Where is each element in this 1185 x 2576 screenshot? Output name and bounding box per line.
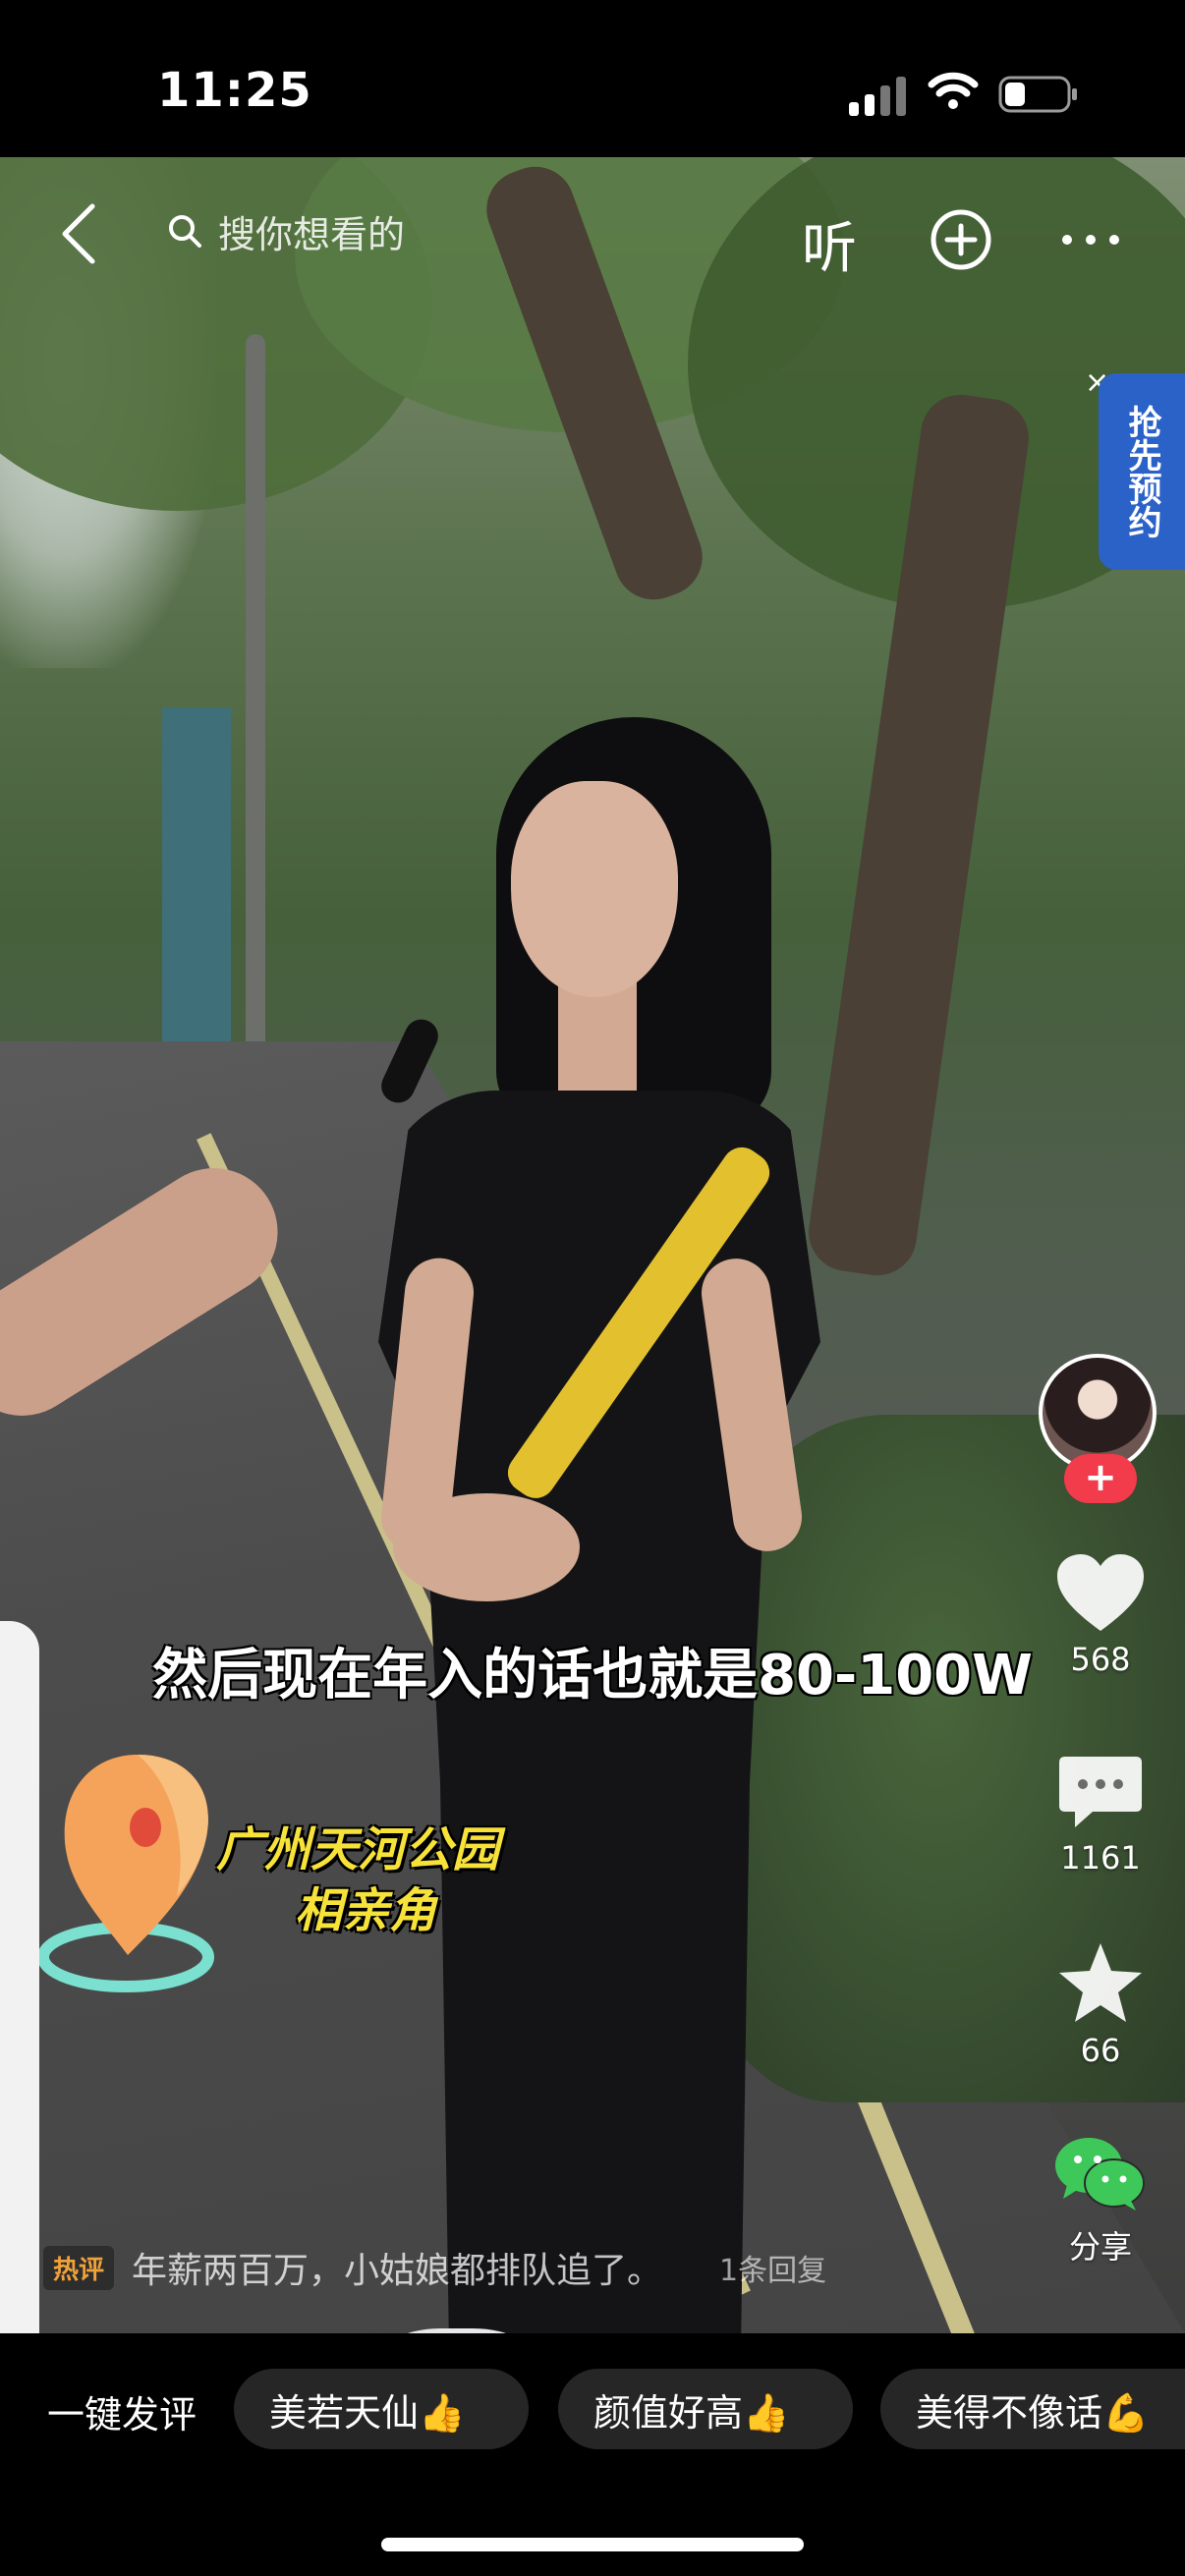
quick-comment-chip[interactable]: 颜值好高👍 [558,2369,853,2449]
comment-icon [1059,1757,1142,1827]
location-line2: 相亲角 [295,1883,437,1938]
wechat-share-icon [1055,2138,1145,2211]
more-options-icon[interactable] [1059,232,1122,248]
promo-reserve-button[interactable]: 抢先预约 [1099,373,1185,570]
star-icon [1059,1943,1142,2022]
search-placeholder: 搜你想看的 [218,212,406,256]
follow-button[interactable]: + [1064,1454,1137,1503]
woman-face [511,781,678,997]
comment-count: 1161 [1060,1839,1141,1876]
woman-neck [558,982,637,1091]
cellular-signal-icon [849,77,906,116]
home-indicator[interactable] [381,2538,804,2551]
status-time: 11:25 [157,63,312,118]
favorite-button[interactable]: 66 [1042,1939,1159,2069]
battery-icon [998,76,1077,113]
hot-comment-tag: 热评 [43,2245,115,2290]
share-label: 分享 [1068,2228,1132,2266]
quick-comment-chip[interactable]: 美得不像话💪 [880,2369,1185,2449]
hot-comment[interactable]: 热评 年薪两百万，小姑娘都排队追了。 1条回复 [43,2242,826,2293]
share-button[interactable]: 分享 [1042,2134,1159,2268]
location-line1: 广州天河公园 [216,1822,500,1877]
favorite-count: 66 [1080,2032,1121,2069]
location-pin-icon [39,1755,214,1992]
location-sticker: 广州天河公园 相亲角 [216,1820,499,1941]
search-bar[interactable]: 搜你想看的 [167,187,658,275]
hot-comment-replies[interactable]: 1条回复 [719,2246,826,2289]
search-icon [169,215,201,248]
comment-button[interactable]: 1161 [1042,1753,1159,1876]
hot-comment-text: 年薪两百万，小姑娘都排队追了。 [132,2251,663,2291]
video-subtitle: 然后现在年入的话也就是80-100W [152,1644,1033,1708]
video-player[interactable] [0,157,1185,2333]
add-circle-icon[interactable] [930,208,992,271]
lamp-post [246,334,265,1140]
interviewer-body [0,1621,39,2333]
quick-comment-label: 一键发评 [47,2393,198,2436]
listen-button[interactable]: 听 [802,204,857,284]
back-arrow-icon[interactable] [59,202,98,265]
quick-comment-bar: 一键发评 美若天仙👍 颜值好高👍 美得不像话💪 [0,2333,1185,2576]
quick-comment-chip[interactable]: 美若天仙👍 [234,2369,529,2449]
heart-icon [1057,1554,1144,1631]
woman-hands [393,1493,580,1601]
wifi-icon [928,72,979,109]
status-bar: 11:25 [0,0,1185,157]
